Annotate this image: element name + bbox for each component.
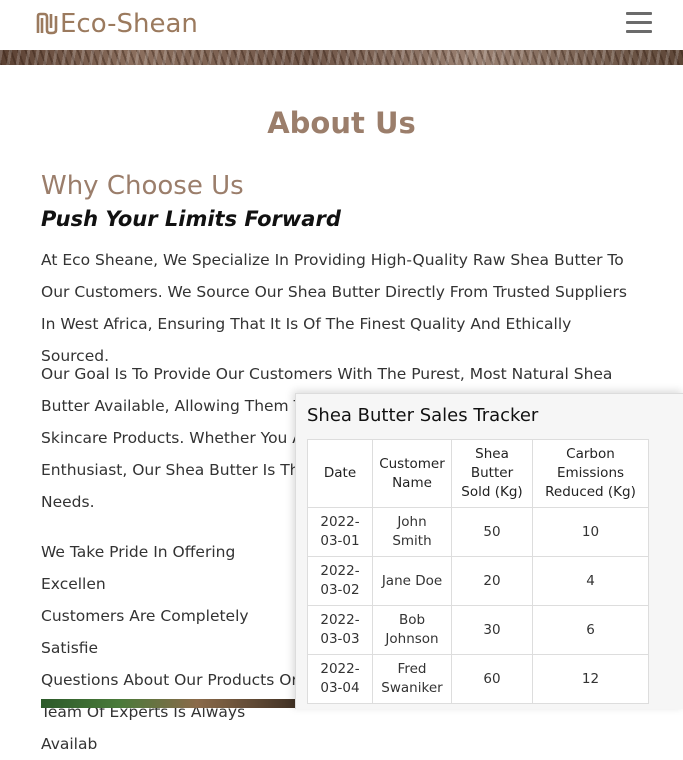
- page-title: About Us: [267, 106, 416, 140]
- content-image: [41, 699, 301, 708]
- cell-sold: 60: [451, 654, 533, 704]
- table-row: 2022-03-02 Jane Doe 20 4: [307, 556, 649, 606]
- cell-carbon: 4: [532, 556, 649, 606]
- section-heading: Why Choose Us: [41, 171, 244, 201]
- cell-sold: 30: [451, 605, 533, 655]
- cell-sold: 50: [451, 507, 533, 557]
- column-header-carbon: Carbon Emissions Reduced (Kg): [532, 439, 649, 508]
- sales-table: Date Customer Name Shea Butter Sold (Kg)…: [307, 439, 649, 704]
- table-header-row: Date Customer Name Shea Butter Sold (Kg)…: [307, 439, 649, 508]
- column-header-sold: Shea Butter Sold (Kg): [451, 439, 533, 508]
- sales-tracker-panel: Shea Butter Sales Tracker Date Customer …: [295, 393, 683, 709]
- eco-shean-logo-icon: [36, 12, 58, 35]
- cell-date: 2022-03-04: [307, 654, 373, 704]
- cell-carbon: 6: [532, 605, 649, 655]
- cell-carbon: 10: [532, 507, 649, 557]
- table-row: 2022-03-04 Fred Swaniker 60 12: [307, 654, 649, 704]
- cell-date: 2022-03-01: [307, 507, 373, 557]
- cell-customer: Jane Doe: [372, 556, 452, 606]
- column-header-date: Date: [307, 439, 373, 508]
- tracker-title: Shea Butter Sales Tracker: [307, 405, 539, 426]
- cell-date: 2022-03-03: [307, 605, 373, 655]
- cell-sold: 20: [451, 556, 533, 606]
- hamburger-menu-icon[interactable]: [626, 12, 652, 34]
- section-subheading: Push Your Limits Forward: [41, 207, 341, 231]
- cell-date: 2022-03-02: [307, 556, 373, 606]
- about-paragraph-1: At Eco Sheane, We Specialize In Providin…: [41, 251, 627, 365]
- table-row: 2022-03-01 John Smith 50 10: [307, 507, 649, 557]
- cell-customer: Bob Johnson: [372, 605, 452, 655]
- site-header: Eco-Shean: [0, 0, 683, 50]
- logo-text: Eco-Shean: [60, 9, 198, 39]
- cell-customer: Fred Swaniker: [372, 654, 452, 704]
- cell-customer: John Smith: [372, 507, 452, 557]
- column-header-customer: Customer Name: [372, 439, 452, 508]
- about-paragraph-3: We Take Pride In Offering Excellen Custom…: [41, 543, 298, 753]
- cell-carbon: 12: [532, 654, 649, 704]
- logo-link[interactable]: Eco-Shean: [35, 8, 198, 40]
- table-row: 2022-03-03 Bob Johnson 30 6: [307, 605, 649, 655]
- hero-banner-image: [0, 50, 683, 65]
